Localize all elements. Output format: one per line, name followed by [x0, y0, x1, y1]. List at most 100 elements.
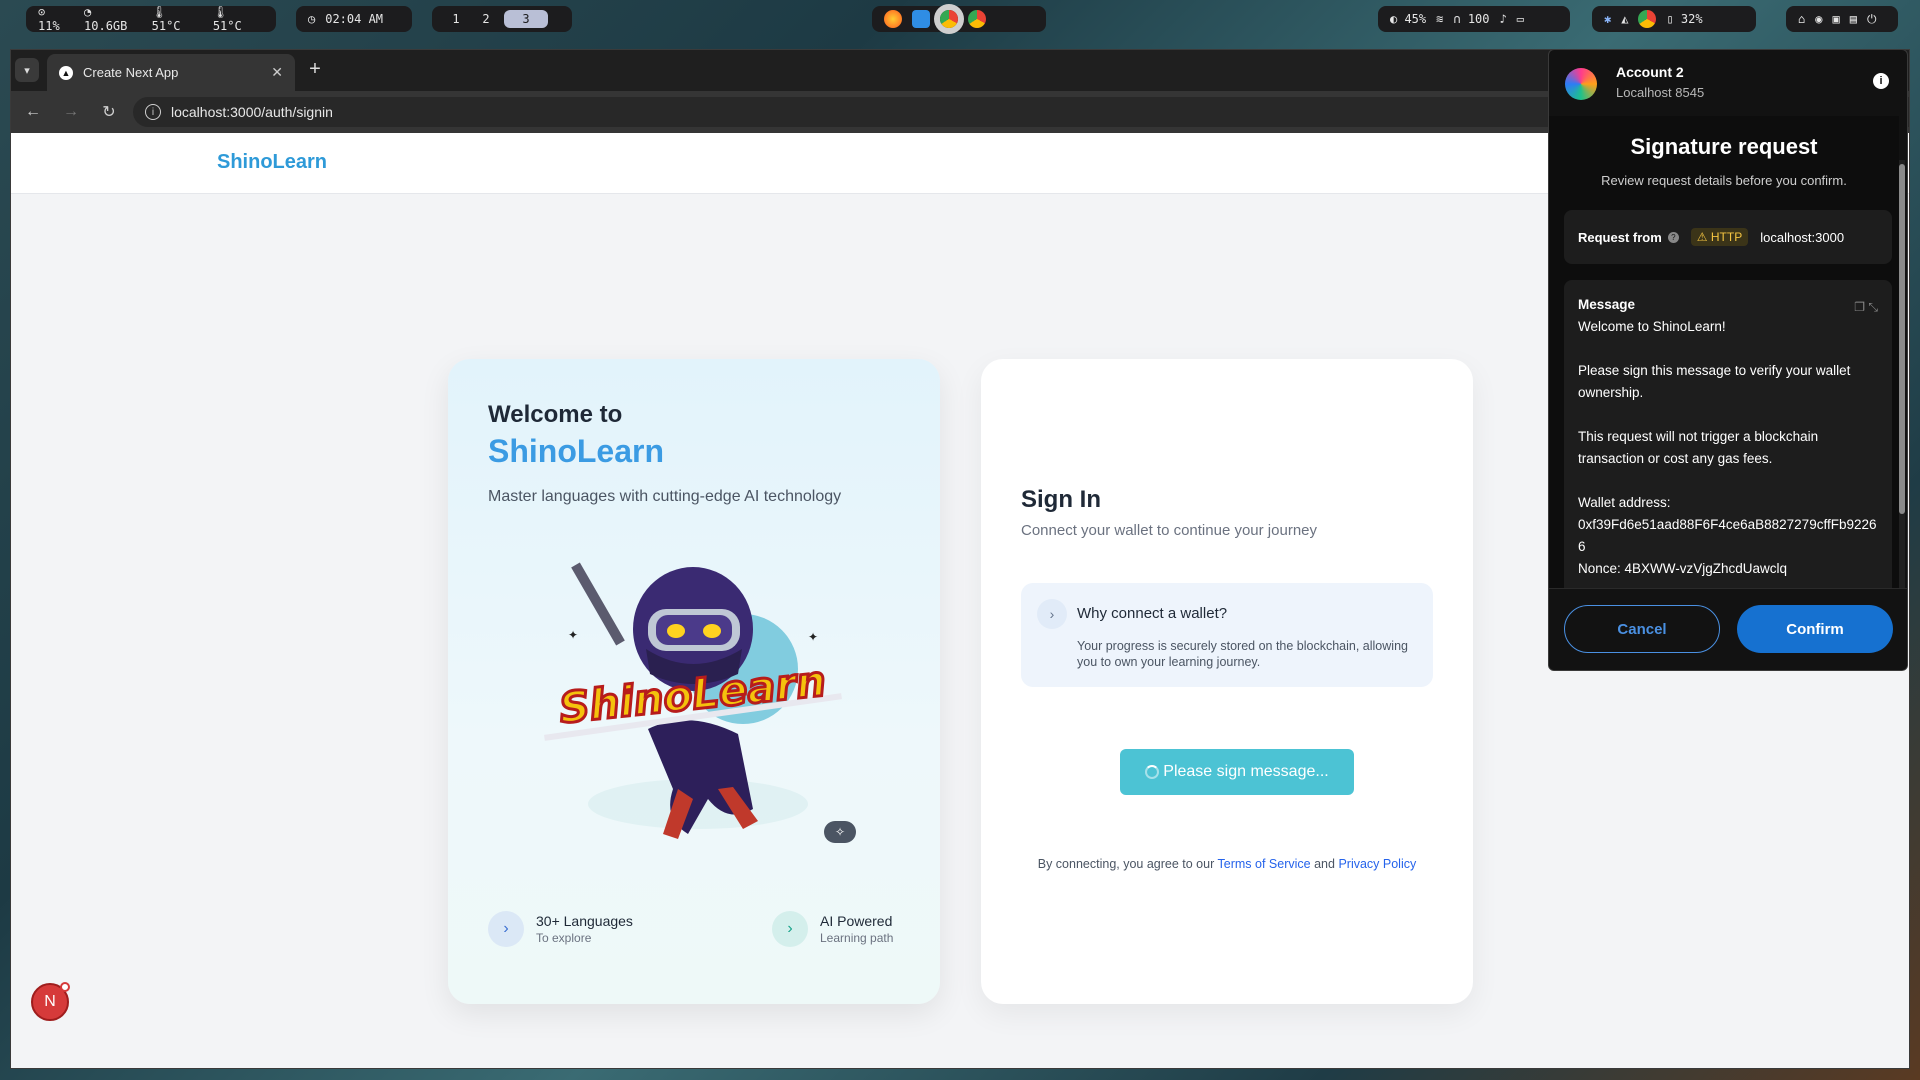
help-icon[interactable]: ?	[1667, 231, 1679, 243]
nextjs-dev-indicator[interactable]: N	[31, 982, 70, 1021]
message-box: Message ❐ ⤡ Welcome to ShinoLearn! Pleas…	[1564, 280, 1892, 590]
brightness-icon: ◐ 45%	[1390, 12, 1427, 26]
wallet-signature-popup: Account 2 Localhost 8545 i Signature req…	[1548, 49, 1908, 671]
request-host: localhost:3000	[1760, 229, 1845, 245]
reload-icon[interactable]: ↻	[99, 102, 119, 122]
tray-icons: ✱ ◭ ▯ 32%	[1592, 6, 1756, 32]
sign-button-label: Please sign message...	[1163, 763, 1329, 780]
chrome-tray-icon[interactable]	[1638, 10, 1657, 28]
power-controls: ⌂ ◉ ▣ ▤ ⏻	[1786, 6, 1898, 32]
taskbar-apps	[872, 6, 1046, 32]
chrome-active-icon[interactable]	[940, 10, 958, 28]
account-name: Account 2	[1616, 64, 1684, 80]
wifi-icon[interactable]: ≋	[1436, 12, 1443, 26]
info-icon[interactable]: i	[1873, 73, 1889, 89]
scrollbar-thumb[interactable]	[1899, 164, 1905, 514]
collapse-icon[interactable]: ⤡	[1868, 300, 1878, 314]
site-info-icon[interactable]: i	[145, 104, 161, 120]
why-title: Why connect a wallet?	[1077, 605, 1228, 622]
terms-prefix: By connecting, you agree to our	[1037, 857, 1215, 871]
system-stats: ⊙ 11% ◔ 10.6GB 🌡 51°C 🌡 51°C	[26, 5, 276, 33]
tab-create-next-app[interactable]: ▲ Create Next App ✕	[47, 54, 295, 91]
mem-stat: ◔ 10.6GB	[84, 5, 128, 33]
feature-ai-powered: › AI Powered Learning path	[772, 911, 893, 947]
signature-request-subtitle: Review request details before you confir…	[1601, 173, 1847, 188]
workspace-switcher: 1 2 3	[432, 6, 572, 32]
signin-title: Sign In	[1021, 486, 1101, 513]
temp-stat-1: 🌡 51°C	[151, 5, 181, 33]
clipboard-icon[interactable]: ▤	[1850, 12, 1857, 26]
tab-search-button[interactable]: ▾	[15, 58, 39, 82]
feature-title: AI Powered	[820, 913, 893, 929]
terms-notice: By connecting, you agree to our Terms of…	[981, 857, 1473, 871]
wallet-address: 0xf39Fd6e51aad88F6F4ce6aB8827279cffFb922…	[1578, 517, 1877, 554]
magic-wand-icon[interactable]: ✧	[824, 821, 856, 843]
request-from-row: Request from ? ⚠ HTTP localhost:3000	[1564, 210, 1892, 264]
account-avatar[interactable]	[1565, 68, 1597, 100]
system-top-bar: ⊙ 11% ◔ 10.6GB 🌡 51°C 🌡 51°C ◷ 02:04 AM …	[0, 0, 1920, 38]
battery-icon: ▯ 32%	[1666, 12, 1703, 26]
feature-languages: › 30+ Languages To explore	[488, 911, 633, 947]
network-name: Localhost 8545	[1616, 85, 1705, 100]
status-indicators: ◐ 45% ≋ ∩ 100 ♪ ▭	[1378, 6, 1570, 32]
confirm-button[interactable]: Confirm	[1737, 605, 1893, 653]
signin-subtitle: Connect your wallet to continue your jou…	[1021, 522, 1318, 539]
notification-dot	[60, 982, 70, 992]
bluetooth-icon[interactable]: ✱	[1604, 12, 1611, 26]
headphones-icon[interactable]: ∩ 100	[1453, 12, 1489, 26]
mic-icon[interactable]: ♪	[1500, 12, 1507, 26]
chevron-down-icon: ▾	[24, 64, 30, 77]
message-line: Welcome to ShinoLearn!	[1578, 319, 1726, 334]
nonce: Nonce: 4BXWW-vzVjgZhcdUawclq	[1578, 561, 1788, 576]
wallet-footer: Cancel Confirm	[1549, 588, 1907, 670]
workspace-1[interactable]: 1	[444, 10, 468, 28]
svg-text:✦: ✦	[568, 628, 578, 642]
firefox-icon[interactable]	[884, 10, 902, 28]
wallet-scrollbar[interactable]	[1899, 160, 1905, 602]
notification-icon[interactable]: ⌂	[1798, 12, 1805, 26]
signature-request-title: Signature request	[1630, 134, 1818, 159]
cancel-button[interactable]: Cancel	[1564, 605, 1720, 653]
power-icon[interactable]: ⏻	[1867, 12, 1877, 27]
clock[interactable]: ◷ 02:04 AM	[296, 6, 412, 32]
copy-icon[interactable]: ❐	[1854, 300, 1865, 314]
chevron-right-icon[interactable]: ›	[1037, 599, 1067, 629]
tab-title: Create Next App	[83, 65, 179, 80]
nextjs-favicon-icon: ▲	[59, 65, 73, 80]
message-label: Message	[1578, 297, 1636, 312]
sign-message-button[interactable]: Please sign message...	[1120, 749, 1354, 795]
chevron-right-icon: ›	[772, 911, 808, 947]
why-connect-wallet-box[interactable]: › Why connect a wallet? Your progress is…	[1021, 583, 1433, 687]
wallet-header: Account 2 Localhost 8545 i	[1549, 50, 1907, 116]
vscode-icon[interactable]	[912, 10, 930, 28]
screenshot-icon[interactable]: ▣	[1832, 12, 1839, 26]
tagline: Master languages with cutting-edge AI te…	[488, 488, 842, 505]
keyboard-icon[interactable]: ▭	[1517, 12, 1524, 26]
terms-of-service-link[interactable]: Terms of Service	[1218, 857, 1311, 871]
chrome-icon[interactable]	[968, 10, 986, 28]
new-tab-button[interactable]: +	[303, 58, 327, 81]
url-text: localhost:3000/auth/signin	[171, 104, 333, 120]
welcome-heading: Welcome to	[488, 401, 623, 428]
loading-spinner-icon	[1145, 765, 1160, 779]
terms-and: and	[1314, 857, 1335, 871]
chevron-right-icon: ›	[488, 911, 524, 947]
wallet-body: Signature request Review request details…	[1549, 116, 1899, 590]
forward-icon[interactable]: →	[61, 103, 81, 121]
back-icon[interactable]: ←	[23, 103, 43, 121]
privacy-policy-link[interactable]: Privacy Policy	[1338, 857, 1416, 871]
signin-card: Sign In Connect your wallet to continue …	[981, 359, 1473, 1004]
palette-icon[interactable]: ◉	[1815, 12, 1822, 26]
svg-text:✦: ✦	[808, 630, 818, 644]
message-line: Wallet address:	[1578, 495, 1671, 510]
feature-subtitle: Learning path	[820, 931, 894, 945]
request-from-label: Request from	[1578, 229, 1662, 245]
workspace-2[interactable]: 2	[474, 10, 498, 28]
cpu-stat: ⊙ 11%	[38, 5, 60, 33]
welcome-brand: ShinoLearn	[488, 433, 665, 469]
site-logo[interactable]: ShinoLearn	[217, 151, 327, 174]
nextjs-badge-letter: N	[44, 993, 56, 1010]
workspace-3[interactable]: 3	[504, 10, 548, 28]
close-tab-icon[interactable]: ✕	[271, 64, 283, 81]
network-icon[interactable]: ◭	[1621, 12, 1628, 26]
